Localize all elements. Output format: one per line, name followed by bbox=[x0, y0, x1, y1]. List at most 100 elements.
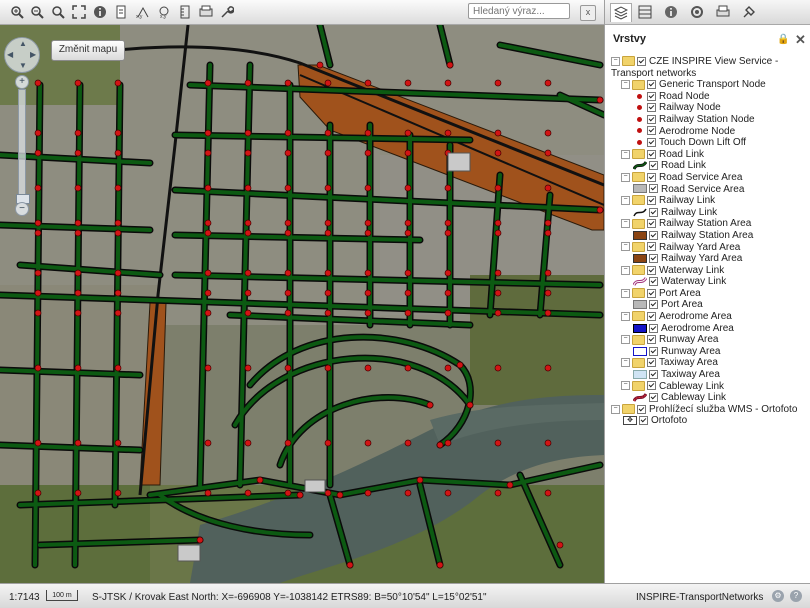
layer-tree-item[interactable]: Railway Node bbox=[605, 102, 810, 114]
pan-left-icon[interactable]: ◀ bbox=[7, 50, 13, 59]
close-icon[interactable]: ✕ bbox=[795, 32, 806, 48]
layer-checkbox[interactable] bbox=[649, 300, 658, 310]
collapse-icon[interactable]: − bbox=[621, 381, 630, 391]
layer-tree-item[interactable]: − Generic Transport Node bbox=[605, 79, 810, 91]
help-icon[interactable]: ? bbox=[790, 590, 802, 602]
collapse-icon[interactable]: − bbox=[621, 358, 630, 368]
layer-checkbox[interactable] bbox=[647, 219, 656, 229]
layer-checkbox[interactable] bbox=[649, 230, 658, 240]
layer-tree-item[interactable]: Waterway Link bbox=[605, 276, 810, 288]
layer-checkbox[interactable] bbox=[647, 242, 656, 252]
layer-tree-item[interactable]: Aerodrome Node bbox=[605, 126, 810, 138]
full-extent-icon[interactable] bbox=[70, 3, 88, 21]
settings-icon[interactable] bbox=[218, 3, 236, 21]
print-tab-icon[interactable] bbox=[713, 3, 733, 21]
search-clear-button[interactable]: x bbox=[580, 5, 596, 21]
layer-checkbox[interactable] bbox=[649, 184, 658, 194]
layer-tree-item[interactable]: Road Link bbox=[605, 160, 810, 172]
info-tab-icon[interactable] bbox=[661, 3, 681, 21]
layer-tree-item[interactable]: − Railway Station Area bbox=[605, 218, 810, 230]
layer-checkbox[interactable] bbox=[647, 80, 656, 90]
layer-checkbox[interactable] bbox=[647, 103, 656, 113]
layer-checkbox[interactable] bbox=[649, 253, 658, 263]
layer-tree-item[interactable]: Runway Area bbox=[605, 346, 810, 358]
info-icon[interactable] bbox=[91, 3, 109, 21]
layer-tree-item[interactable]: Railway Yard Area bbox=[605, 253, 810, 265]
layer-checkbox[interactable] bbox=[649, 346, 658, 356]
layer-tree-item[interactable]: Road Service Area bbox=[605, 184, 810, 196]
collapse-icon[interactable]: − bbox=[621, 80, 630, 90]
layer-tree-item[interactable]: − CZE INSPIRE View Service - Transport ne… bbox=[605, 56, 807, 79]
layer-checkbox[interactable] bbox=[647, 335, 656, 345]
search-tab-icon[interactable] bbox=[687, 3, 707, 21]
layer-checkbox[interactable] bbox=[649, 369, 658, 379]
collapse-icon[interactable]: − bbox=[621, 335, 630, 345]
layer-tree-item[interactable]: Railway Station Node bbox=[605, 114, 810, 126]
layer-tree-item[interactable]: − Railway Link bbox=[605, 195, 810, 207]
layer-tree-item[interactable]: − Aerodrome Area bbox=[605, 311, 810, 323]
layer-tree-item[interactable]: − Road Service Area bbox=[605, 172, 810, 184]
layer-tree-item[interactable]: − Prohlížecí služba WMS - Ortofoto bbox=[605, 404, 810, 416]
pan-control[interactable]: ▲ ▼ ◀ ▶ bbox=[4, 37, 40, 73]
pan-down-icon[interactable]: ▼ bbox=[19, 61, 27, 70]
layer-tree-item[interactable]: − Waterway Link bbox=[605, 265, 810, 277]
collapse-icon[interactable]: − bbox=[621, 172, 630, 182]
collapse-icon[interactable]: − bbox=[621, 219, 630, 229]
layer-tree-item[interactable]: Railway Link bbox=[605, 207, 810, 219]
pan-up-icon[interactable]: ▲ bbox=[19, 39, 27, 48]
layer-checkbox[interactable] bbox=[647, 358, 656, 368]
layer-checkbox[interactable] bbox=[647, 265, 656, 275]
layer-checkbox[interactable] bbox=[647, 381, 656, 391]
lock-icon[interactable]: 🔒 bbox=[777, 34, 789, 45]
zoom-plus-button[interactable]: + bbox=[15, 75, 29, 89]
zoom-in-icon[interactable] bbox=[8, 3, 26, 21]
layer-tree-item[interactable]: − Runway Area bbox=[605, 334, 810, 346]
layer-tree-item[interactable]: − Railway Yard Area bbox=[605, 242, 810, 254]
print-icon[interactable] bbox=[112, 3, 130, 21]
layer-checkbox[interactable] bbox=[647, 149, 656, 159]
layer-tree-item[interactable]: Aerodrome Area bbox=[605, 323, 810, 335]
layer-tree-item[interactable]: Touch Down Lift Off bbox=[605, 137, 810, 149]
change-map-button[interactable]: Změnit mapu bbox=[51, 40, 125, 61]
layer-checkbox[interactable] bbox=[647, 288, 656, 298]
layer-checkbox[interactable] bbox=[647, 126, 656, 136]
zoom-out-icon[interactable] bbox=[28, 3, 46, 21]
layers-tab-icon[interactable] bbox=[610, 3, 632, 22]
layer-checkbox[interactable] bbox=[649, 161, 658, 171]
layer-checkbox[interactable] bbox=[647, 114, 656, 124]
collapse-icon[interactable]: − bbox=[621, 288, 630, 298]
tools-tab-icon[interactable] bbox=[739, 3, 759, 21]
layer-tree-item[interactable]: Cableway Link bbox=[605, 392, 810, 404]
layer-checkbox[interactable] bbox=[649, 323, 658, 333]
collapse-icon[interactable]: − bbox=[611, 404, 620, 414]
pan-right-icon[interactable]: ▶ bbox=[30, 50, 36, 59]
layer-checkbox[interactable] bbox=[647, 195, 656, 205]
search-input[interactable] bbox=[468, 3, 570, 19]
layer-tree-item[interactable]: Port Area bbox=[605, 299, 810, 311]
layer-checkbox[interactable] bbox=[649, 393, 658, 403]
layer-tree-item[interactable]: − Port Area bbox=[605, 288, 810, 300]
layer-checkbox[interactable] bbox=[647, 172, 656, 182]
collapse-icon[interactable]: − bbox=[621, 149, 630, 159]
layer-checkbox[interactable] bbox=[647, 91, 656, 101]
layer-tree-item[interactable]: − Road Link bbox=[605, 149, 810, 161]
layer-tree-item[interactable]: Road Node bbox=[605, 91, 810, 103]
layer-tree-item[interactable]: ✥ Ortofoto bbox=[605, 415, 810, 427]
layer-checkbox[interactable] bbox=[649, 277, 658, 287]
zoom-minus-button[interactable]: − bbox=[15, 202, 29, 216]
layer-tree-item[interactable]: − Taxiway Area bbox=[605, 357, 810, 369]
next-extent-icon[interactable]: x,y bbox=[155, 3, 173, 21]
collapse-icon[interactable]: − bbox=[621, 311, 630, 321]
collapse-icon[interactable]: − bbox=[621, 242, 630, 252]
layer-checkbox[interactable] bbox=[649, 207, 658, 217]
zoom-slider[interactable]: + − bbox=[15, 75, 30, 225]
layer-tree-item[interactable]: Railway Station Area bbox=[605, 230, 810, 242]
collapse-icon[interactable]: − bbox=[621, 195, 630, 205]
layer-checkbox[interactable] bbox=[639, 416, 648, 426]
layer-tree-item[interactable]: Taxiway Area bbox=[605, 369, 810, 381]
collapse-icon[interactable]: − bbox=[621, 265, 630, 275]
layer-checkbox[interactable] bbox=[637, 56, 646, 66]
map-view[interactable]: ▲ ▼ ◀ ▶ + − Změnit mapu bbox=[0, 25, 604, 583]
legend-tab-icon[interactable] bbox=[635, 3, 655, 21]
layer-tree-item[interactable]: − Cableway Link bbox=[605, 381, 810, 393]
